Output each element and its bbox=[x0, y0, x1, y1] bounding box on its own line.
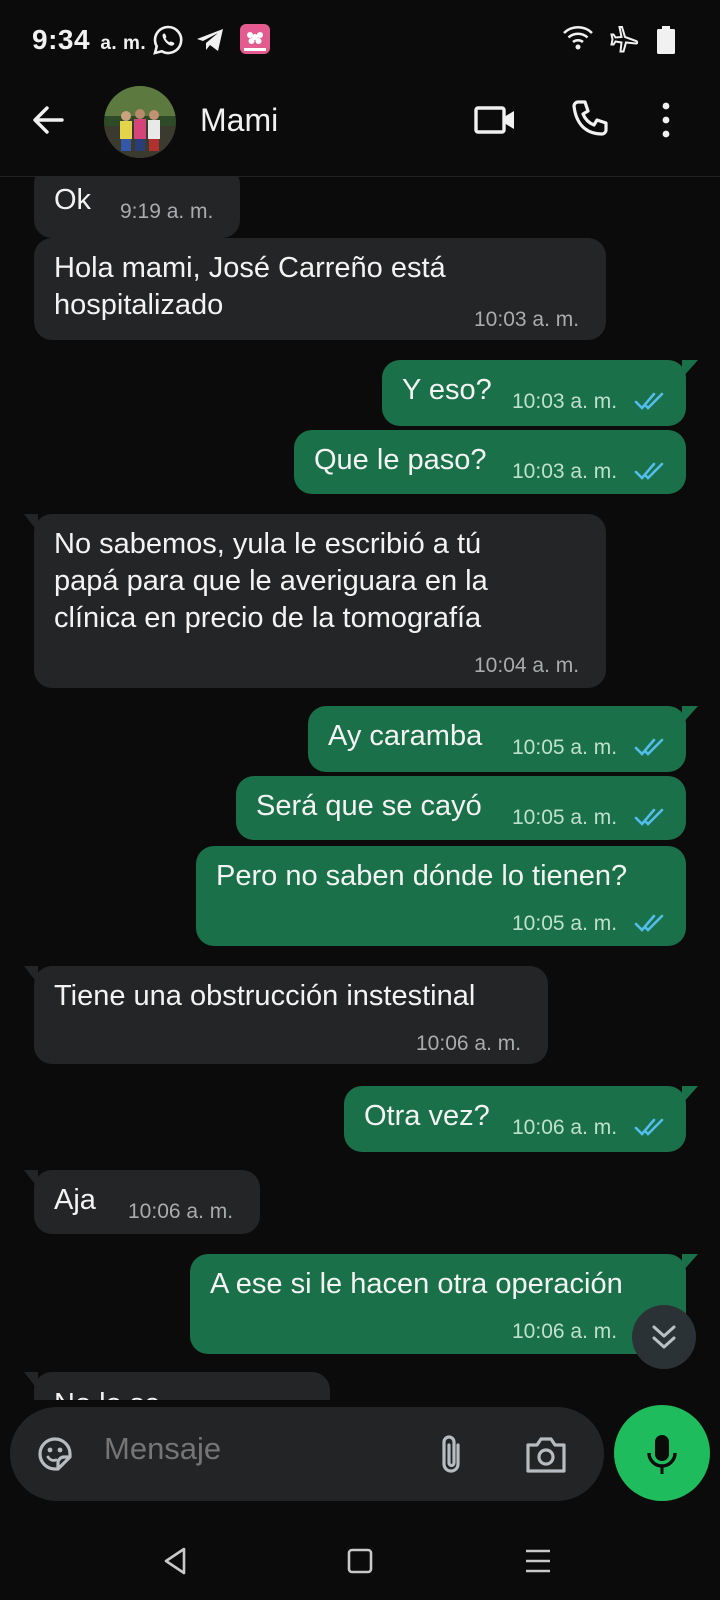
sticker-icon[interactable] bbox=[34, 1433, 76, 1475]
message-time: 10:06 a. m. bbox=[512, 1116, 618, 1139]
message-time: 10:05 a. m. bbox=[512, 806, 618, 829]
message-outgoing[interactable]: Y eso? 10:03 a. m. bbox=[382, 360, 698, 426]
message-text: Hola mami, José Carreño está hospitaliza… bbox=[54, 252, 446, 321]
message-outgoing[interactable]: Que le paso? 10:03 a. m. bbox=[294, 430, 686, 494]
message-time: 10:06 a. m. bbox=[416, 1032, 522, 1055]
message-time: 10:05 a. m. bbox=[512, 912, 618, 935]
read-receipt-icon bbox=[634, 738, 664, 756]
clock-ampm: a. m. bbox=[100, 33, 147, 54]
bubble-tail bbox=[24, 514, 46, 532]
more-options-icon[interactable] bbox=[654, 96, 678, 144]
bubble-tail bbox=[674, 360, 698, 378]
message-text: Pero no saben dónde lo tienen? bbox=[216, 860, 628, 892]
clock-text: 9:34 bbox=[32, 24, 91, 55]
message-time: 10:03 a. m. bbox=[474, 308, 580, 331]
telegram-icon bbox=[197, 29, 223, 51]
message-outgoing[interactable]: Pero no saben dónde lo tienen? 10:05 a. … bbox=[196, 846, 686, 946]
chat-header: Mami bbox=[0, 80, 720, 177]
message-text: Aja bbox=[54, 1184, 96, 1216]
bubble-tail bbox=[674, 706, 698, 724]
mic-icon bbox=[647, 1435, 677, 1474]
voice-message-button[interactable] bbox=[614, 1405, 710, 1501]
message-time: 10:03 a. m. bbox=[512, 390, 618, 413]
gallery-app-icon bbox=[240, 24, 270, 54]
message-outgoing[interactable]: A ese si le hacen otra operación 10:06 a… bbox=[190, 1254, 698, 1354]
message-text: Y eso? bbox=[402, 374, 492, 406]
contact-name[interactable]: Mami bbox=[200, 102, 278, 139]
message-incoming[interactable]: Ok 9:19 a. m. bbox=[34, 176, 240, 238]
contact-avatar[interactable] bbox=[104, 86, 176, 158]
status-time: 9:34 a. m. bbox=[32, 24, 146, 56]
bubble-tail bbox=[24, 966, 46, 984]
recents-nav-icon[interactable] bbox=[524, 1546, 552, 1576]
read-receipt-icon bbox=[634, 1118, 664, 1136]
status-bar: 9:34 a. m. bbox=[0, 0, 720, 80]
back-nav-icon[interactable] bbox=[162, 1546, 190, 1576]
camera-icon[interactable] bbox=[524, 1433, 568, 1475]
message-time: 9:19 a. m. bbox=[120, 200, 214, 223]
message-text: No sabemos, yula le escribió a tú papá p… bbox=[54, 528, 488, 634]
airplane-mode-icon bbox=[610, 26, 639, 53]
message-time: 10:05 a. m. bbox=[512, 736, 618, 759]
scroll-to-bottom-button[interactable] bbox=[632, 1305, 696, 1369]
message-time: 10:04 a. m. bbox=[474, 654, 580, 677]
attach-icon[interactable] bbox=[430, 1431, 472, 1477]
double-chevron-down-icon bbox=[652, 1325, 676, 1349]
message-text: Otra vez? bbox=[364, 1100, 490, 1132]
bubble-tail bbox=[24, 1170, 46, 1188]
message-time: 10:03 a. m. bbox=[512, 460, 618, 483]
whatsapp-icon bbox=[153, 25, 183, 55]
message-text: Ok bbox=[54, 184, 92, 216]
bubble-tail bbox=[24, 1372, 46, 1390]
message-list[interactable]: Ok 9:19 a. m. Hola mami, José Carreño es… bbox=[0, 176, 720, 1400]
bubble-tail bbox=[674, 1254, 698, 1272]
message-text: No lo se bbox=[54, 1386, 160, 1400]
home-nav-icon[interactable] bbox=[346, 1546, 374, 1576]
message-incoming[interactable]: Hola mami, José Carreño está hospitaliza… bbox=[34, 238, 606, 340]
video-call-icon[interactable] bbox=[472, 96, 520, 144]
battery-icon bbox=[657, 26, 675, 54]
back-arrow-icon[interactable] bbox=[28, 100, 68, 140]
wifi-icon bbox=[563, 26, 593, 50]
message-outgoing[interactable]: Ay caramba 10:05 a. m. bbox=[308, 706, 698, 772]
message-incoming[interactable]: No sabemos, yula le escribió a tú papá p… bbox=[24, 514, 606, 688]
message-outgoing[interactable]: Será que se cayó 10:05 a. m. bbox=[236, 776, 686, 840]
message-incoming[interactable]: No lo se bbox=[24, 1372, 330, 1400]
message-text: A ese si le hacen otra operación bbox=[210, 1268, 623, 1300]
message-outgoing[interactable]: Otra vez? 10:06 a. m. bbox=[344, 1086, 698, 1152]
system-nav-bar bbox=[0, 1520, 720, 1600]
message-text: Será que se cayó bbox=[256, 790, 482, 822]
message-time: 10:06 a. m. bbox=[128, 1200, 234, 1223]
message-time: 10:06 a. m. bbox=[512, 1320, 618, 1343]
message-incoming[interactable]: Aja 10:06 a. m. bbox=[24, 1170, 260, 1234]
message-text: Ay caramba bbox=[328, 720, 483, 752]
phone-call-icon[interactable] bbox=[566, 96, 614, 144]
message-incoming[interactable]: Tiene una obstrucción instestinal 10:06 … bbox=[24, 966, 548, 1064]
message-text: Tiene una obstrucción instestinal bbox=[54, 980, 476, 1012]
bubble-tail bbox=[674, 1086, 698, 1104]
read-receipt-icon bbox=[634, 392, 664, 410]
message-composer bbox=[10, 1407, 604, 1501]
read-receipt-icon bbox=[634, 808, 664, 826]
read-receipt-icon bbox=[634, 462, 664, 480]
message-input[interactable] bbox=[104, 1431, 394, 1467]
message-text: Que le paso? bbox=[314, 444, 487, 476]
read-receipt-icon bbox=[634, 914, 664, 932]
